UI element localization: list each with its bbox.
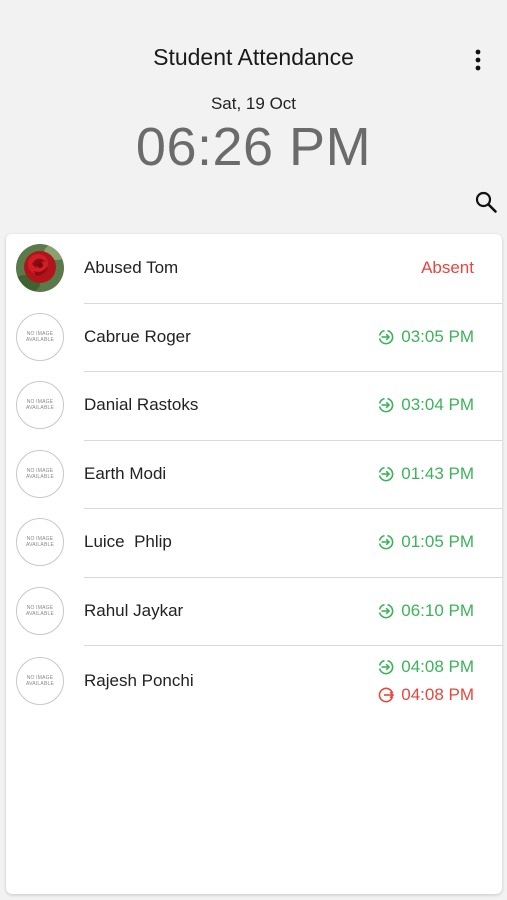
attendance-screen: Student Attendance Sat, 19 Oct 06:26 PM … — [0, 0, 507, 900]
attendance-status: 03:05 PM — [377, 327, 474, 347]
student-row[interactable]: NO IMAGE AVAILABLE Rajesh Ponchi 04:08 PM 04… — [6, 645, 502, 717]
attendance-status: Absent — [421, 258, 474, 278]
more-vert-icon — [475, 49, 481, 71]
no-image-label: AVAILABLE — [25, 610, 55, 617]
student-name: Luice Phlip — [84, 532, 172, 552]
page-title: Student Attendance — [153, 44, 354, 70]
check-out-time-text: 04:08 PM — [401, 685, 474, 704]
more-menu-button[interactable] — [464, 44, 492, 76]
attendance-status: 04:08 PM 04:08 PM — [377, 657, 474, 705]
student-row[interactable]: Abused Tom Absent — [6, 234, 502, 303]
no-image-label: AVAILABLE — [25, 681, 55, 687]
check-in-time-text: 03:04 PM — [401, 395, 474, 415]
avatar-placeholder: NO IMAGE AVAILABLE — [16, 586, 64, 635]
no-image-label: AVAILABLE — [25, 542, 55, 549]
attendance-status: 06:10 PM — [377, 601, 474, 621]
attendance-status: 01:43 PM — [377, 464, 474, 484]
check-in-icon — [379, 466, 394, 482]
check-in-time: 03:05 PM — [377, 327, 474, 347]
student-row[interactable]: NO IMAGE AVAILABLE Cabrue Roger 03:05 PM — [6, 302, 502, 372]
student-name: Abused Tom — [84, 258, 179, 278]
attendance-status: 01:05 PM — [377, 532, 474, 552]
check-in-time: 01:05 PM — [377, 532, 474, 552]
check-in-time-text: 01:05 PM — [401, 532, 474, 552]
check-out-time: 04:08 PM — [377, 685, 474, 705]
avatar-placeholder: NO IMAGE AVAILABLE — [16, 312, 64, 361]
rose-photo — [16, 244, 64, 293]
avatar-placeholder: NO IMAGE AVAILABLE — [16, 381, 64, 430]
student-name: Danial Rastoks — [84, 395, 199, 415]
student-list[interactable]: Abused Tom Absent NO IMAGE AVAILABLE Cabrue … — [6, 234, 502, 894]
absent-label: Absent — [421, 258, 474, 278]
student-name: Rahul Jaykar — [84, 600, 184, 620]
attendance-status: 03:04 PM — [377, 395, 474, 415]
no-image-label: AVAILABLE — [25, 405, 55, 412]
avatar-placeholder: NO IMAGE AVAILABLE — [16, 518, 64, 567]
avatar-placeholder: NO IMAGE AVAILABLE — [16, 449, 64, 498]
check-in-time-text: 06:10 PM — [401, 600, 474, 620]
check-in-icon — [379, 329, 394, 345]
student-row[interactable]: NO IMAGE AVAILABLE Earth Modi 01:43 PM — [6, 439, 502, 509]
student-row[interactable]: NO IMAGE AVAILABLE Rahul Jaykar 06:10 PM — [6, 576, 502, 646]
check-in-time: 01:43 PM — [377, 464, 474, 484]
header: Student Attendance Sat, 19 Oct 06:26 PM — [0, 0, 507, 232]
check-in-icon — [379, 603, 394, 619]
search-button[interactable] — [470, 186, 502, 218]
check-out-icon — [378, 687, 395, 703]
current-date: Sat, 19 Oct — [210, 94, 297, 113]
student-name: Rajesh Ponchi — [84, 671, 194, 690]
student-name: Earth Modi — [84, 463, 167, 483]
check-in-time: 03:04 PM — [377, 395, 474, 415]
student-row[interactable]: NO IMAGE AVAILABLE Danial Rastoks 03:04 PM — [6, 371, 502, 440]
avatar-placeholder: NO IMAGE AVAILABLE — [16, 657, 64, 705]
check-in-time-text: 01:43 PM — [401, 463, 474, 483]
check-in-icon — [379, 659, 394, 675]
check-in-icon — [379, 398, 394, 413]
check-in-time: 06:10 PM — [377, 601, 474, 621]
no-image-label: AVAILABLE — [25, 473, 55, 480]
no-image-label: AVAILABLE — [25, 336, 55, 343]
search-icon — [475, 191, 497, 213]
student-name: Cabrue Roger — [84, 326, 191, 346]
check-in-time-text: 04:08 PM — [401, 657, 474, 676]
check-in-time: 04:08 PM — [377, 657, 474, 677]
student-row[interactable]: NO IMAGE AVAILABLE Luice Phlip 01:05 PM — [6, 508, 502, 577]
check-in-time-text: 03:05 PM — [401, 326, 474, 346]
check-in-icon — [379, 535, 394, 550]
avatar — [16, 244, 64, 293]
current-time: 06:26 PM — [135, 117, 372, 177]
